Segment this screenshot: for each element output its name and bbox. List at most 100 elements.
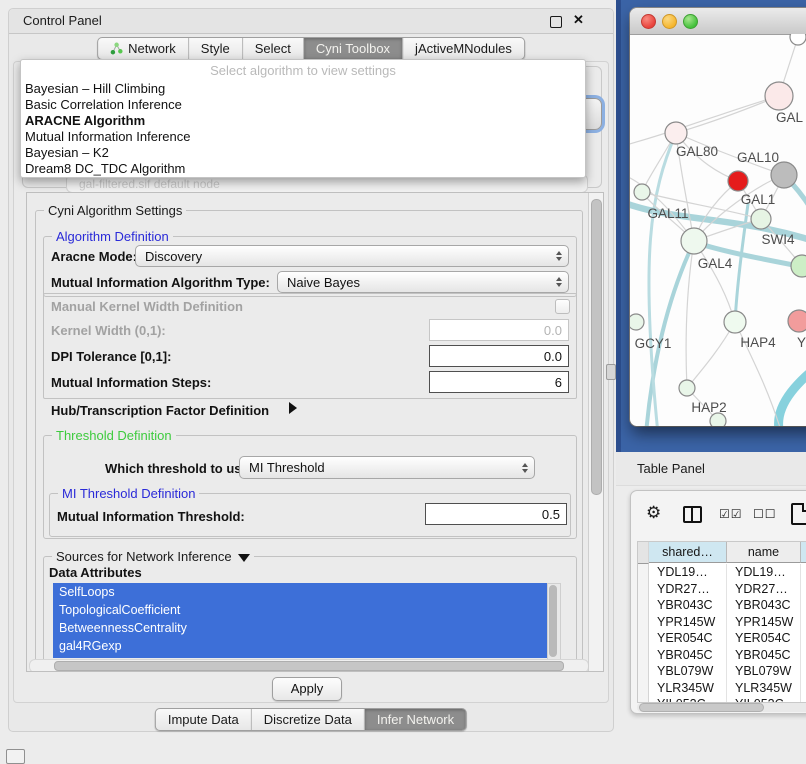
network-node-gal10-red[interactable] [728,171,748,191]
table-cell: YBR045C [727,647,801,664]
scrollbar-thumb[interactable] [639,703,764,712]
table-row[interactable]: YDR27…YDR27…12 [638,581,806,598]
attribute-item-betweennesscentrality[interactable]: BetweennessCentrality [53,619,547,637]
window-minimize-button[interactable] [662,14,677,29]
window-zoom-button[interactable] [683,14,698,29]
tab-cyni-toolbox[interactable]: Cyni Toolbox [304,38,403,59]
network-node-gal1[interactable] [751,209,771,229]
tab-label: Network [128,41,176,56]
network-canvas[interactable]: GALGAL80GAL10GAL11GAL1SWI4GAL4GCY1HAP4YH… [630,34,806,426]
table-row[interactable]: YPR145WYPR145W9. [638,614,806,631]
table-cell: YDL19… [727,564,801,581]
node-label-y: Y [797,335,806,350]
network-node-partial-top[interactable] [790,34,806,45]
column-header-name[interactable]: name [727,542,801,563]
dropdown-item-mutual-information-inference[interactable]: Mutual Information Inference [21,129,585,145]
tab-style[interactable]: Style [189,38,243,59]
network-node-gray-hub[interactable] [771,162,797,188]
table-cell: 8. [801,630,806,647]
table-cell: YLR345W [727,680,801,697]
table-row[interactable]: YIL052CYIL052C9 [638,696,806,703]
float-window-icon[interactable] [550,16,562,28]
tab-select[interactable]: Select [243,38,304,59]
sources-group-title: Sources for Network Inference [52,549,254,564]
network-node-green-right[interactable] [791,255,806,277]
column-header-a[interactable]: A [801,542,806,563]
select-all-columns-icon[interactable]: ☑☑ [719,507,743,521]
mi-steps-field[interactable]: 6 [429,371,569,393]
control-panel: Control Panel ✕ NetworkStyleSelectCyni T… [8,8,614,732]
dropdown-prompt: Select algorithm to view settings [21,60,585,81]
network-node-hap4[interactable] [724,311,746,333]
manual-kernel-checkbox[interactable] [555,299,570,314]
data-attributes-label: Data Attributes [49,565,142,580]
table-cell: 9. [801,647,806,664]
dropdown-item-bayesian-hill-climbing[interactable]: Bayesian – Hill Climbing [21,81,585,97]
dropdown-item-dream8-dc-tdc-algorithm[interactable]: Dream8 DC_TDC Algorithm [21,161,585,177]
node-label-gal80: GAL80 [676,144,718,159]
table-cell: YDL19… [649,564,727,581]
show-columns-icon[interactable] [683,506,702,523]
scrollbar-thumb[interactable] [549,585,557,657]
window-close-button[interactable] [641,14,656,29]
attribute-item-selfloops[interactable]: SelfLoops [53,583,547,601]
collapse-arrow-icon[interactable] [238,554,250,562]
network-node-gcy1[interactable] [630,314,644,330]
apply-button[interactable]: Apply [272,677,342,701]
scrollbar-thumb[interactable] [54,661,564,671]
table-row[interactable]: YBR045CYBR045C9. [638,647,806,664]
panel-divider-grip[interactable] [606,364,616,380]
settings-horizontal-scrollbar[interactable] [29,659,589,672]
which-threshold-combobox[interactable]: MI Threshold [239,456,535,479]
table-row[interactable]: YBR043CYBR043C [638,597,806,614]
deselect-all-columns-icon[interactable]: ☐☐ [753,507,777,521]
settings-vertical-scrollbar[interactable] [588,193,603,671]
bottom-tab-impute-data[interactable]: Impute Data [156,709,252,730]
table-header-row: shared…nameA [638,542,806,564]
mi-algorithm-type-combobox[interactable]: Naive Bayes [277,271,569,293]
node-label-gal1: GAL1 [741,192,776,207]
cyni-bottom-tabs: Impute DataDiscretize DataInfer Network [155,708,467,731]
close-panel-icon[interactable]: ✕ [573,12,584,28]
settings-scrollpane: Cyni Algorithm Settings Algorithm Defini… [26,192,604,672]
attributes-list-scrollbar[interactable] [547,583,561,660]
aracne-mode-combobox[interactable]: Discovery [135,245,569,267]
bottom-tab-discretize-data[interactable]: Discretize Data [252,709,365,730]
network-node-salmon-right[interactable] [788,310,806,332]
expand-arrow-icon[interactable] [289,402,297,414]
network-node-gal4[interactable] [681,228,707,254]
network-node-hap2[interactable] [679,380,695,396]
row-gutter [638,564,649,581]
table-horizontal-scrollbar[interactable] [637,703,806,712]
table-settings-gear-icon[interactable]: ⚙ [646,504,661,521]
combo-stepper-icon [522,463,528,473]
kernel-width-field[interactable]: 0.0 [429,319,569,341]
network-node-pink-upper[interactable] [765,82,793,110]
mi-threshold-field[interactable]: 0.5 [425,503,567,525]
algorithm-definition-title: Algorithm Definition [52,229,173,244]
table-row[interactable]: YDL19…YDL19…13 [638,564,806,581]
table-cell: YIL052C [727,696,801,703]
network-node-gal11[interactable] [634,184,650,200]
tab-jactivemnodules[interactable]: jActiveMNodules [403,38,524,59]
dropdown-item-aracne-algorithm[interactable]: ARACNE Algorithm [21,113,585,129]
dpi-tolerance-field[interactable]: 0.0 [429,345,569,367]
network-node-gal80[interactable] [665,122,687,144]
network-window-titlebar[interactable] [630,8,806,35]
table-row[interactable]: YER054CYER054C8. [638,630,806,647]
scrollbar-thumb[interactable] [591,199,602,495]
dropdown-item-bayesian-k2[interactable]: Bayesian – K2 [21,145,585,161]
column-header-shared[interactable]: shared… [649,542,727,563]
attribute-item-topologicalcoefficient[interactable]: TopologicalCoefficient [53,601,547,619]
dropdown-item-basic-correlation-inference[interactable]: Basic Correlation Inference [21,97,585,113]
table-row[interactable]: YLR345WYLR345W9. [638,680,806,697]
table-panel-header: Table Panel [616,452,806,486]
tab-network[interactable]: Network [98,38,189,59]
table-cell: 9 [801,696,806,703]
attribute-item-gal4rgexp[interactable]: gal4RGexp [53,637,547,655]
bottom-tab-infer-network[interactable]: Infer Network [365,709,466,730]
table-row[interactable]: YBL079WYBL079W [638,663,806,680]
row-gutter [638,630,649,647]
network-edge [779,350,806,426]
export-table-icon[interactable] [791,503,806,525]
